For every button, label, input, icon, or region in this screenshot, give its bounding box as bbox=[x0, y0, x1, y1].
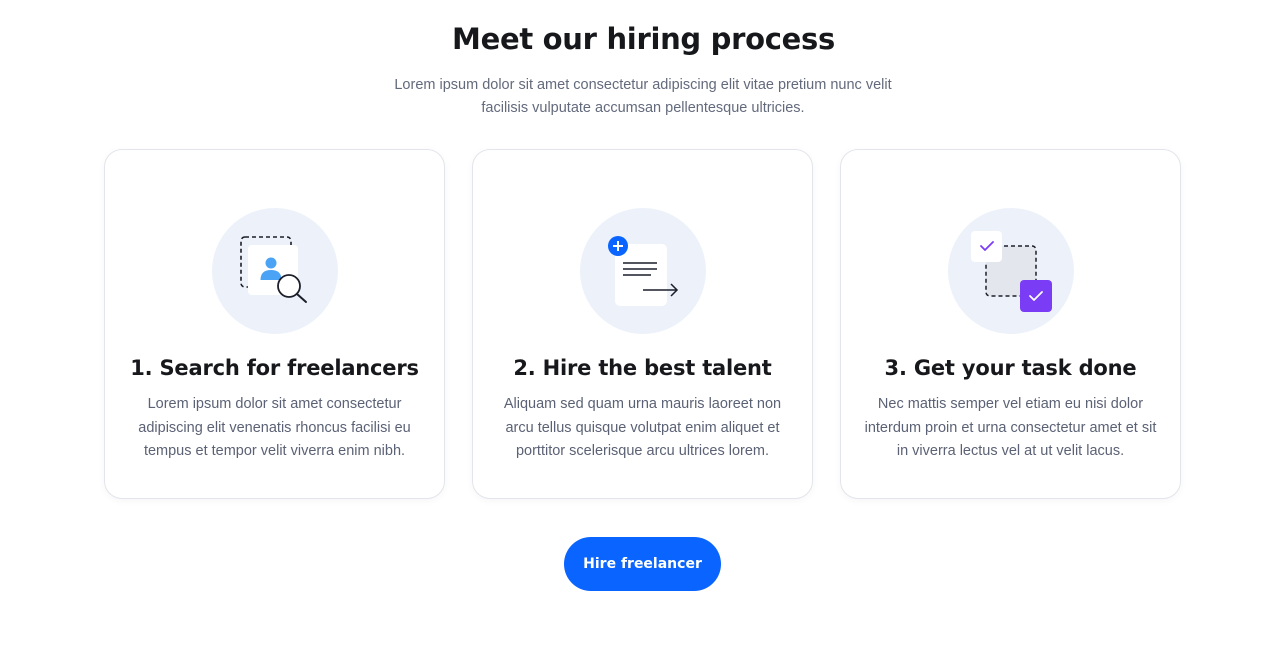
step-description: Nec mattis semper vel etiam eu nisi dolo… bbox=[864, 396, 1157, 459]
step-title: 3. Get your task done bbox=[884, 356, 1137, 380]
hire-freelancer-button[interactable]: Hire freelancer bbox=[564, 537, 721, 591]
step-card-search: 1. Search for freelancers Lorem ipsum do… bbox=[104, 149, 445, 499]
step-title: 1. Search for freelancers bbox=[130, 356, 419, 380]
search-freelancer-icon bbox=[212, 208, 338, 334]
hire-document-icon bbox=[580, 208, 706, 334]
hiring-process-section: Meet our hiring process Lorem ipsum dolo… bbox=[0, 0, 1287, 654]
step-card-hire: 2. Hire the best talent Aliquam sed quam… bbox=[472, 149, 813, 499]
task-done-icon bbox=[948, 208, 1074, 334]
step-description: Aliquam sed quam urna mauris laoreet non… bbox=[503, 396, 782, 459]
step-title: 2. Hire the best talent bbox=[513, 356, 772, 380]
step-description: Lorem ipsum dolor sit amet consectetur a… bbox=[138, 396, 411, 459]
section-title: Meet our hiring process bbox=[452, 22, 835, 56]
section-subtitle: Lorem ipsum dolor sit amet consectetur a… bbox=[394, 77, 892, 116]
step-card-done: 3. Get your task done Nec mattis semper … bbox=[840, 149, 1181, 499]
